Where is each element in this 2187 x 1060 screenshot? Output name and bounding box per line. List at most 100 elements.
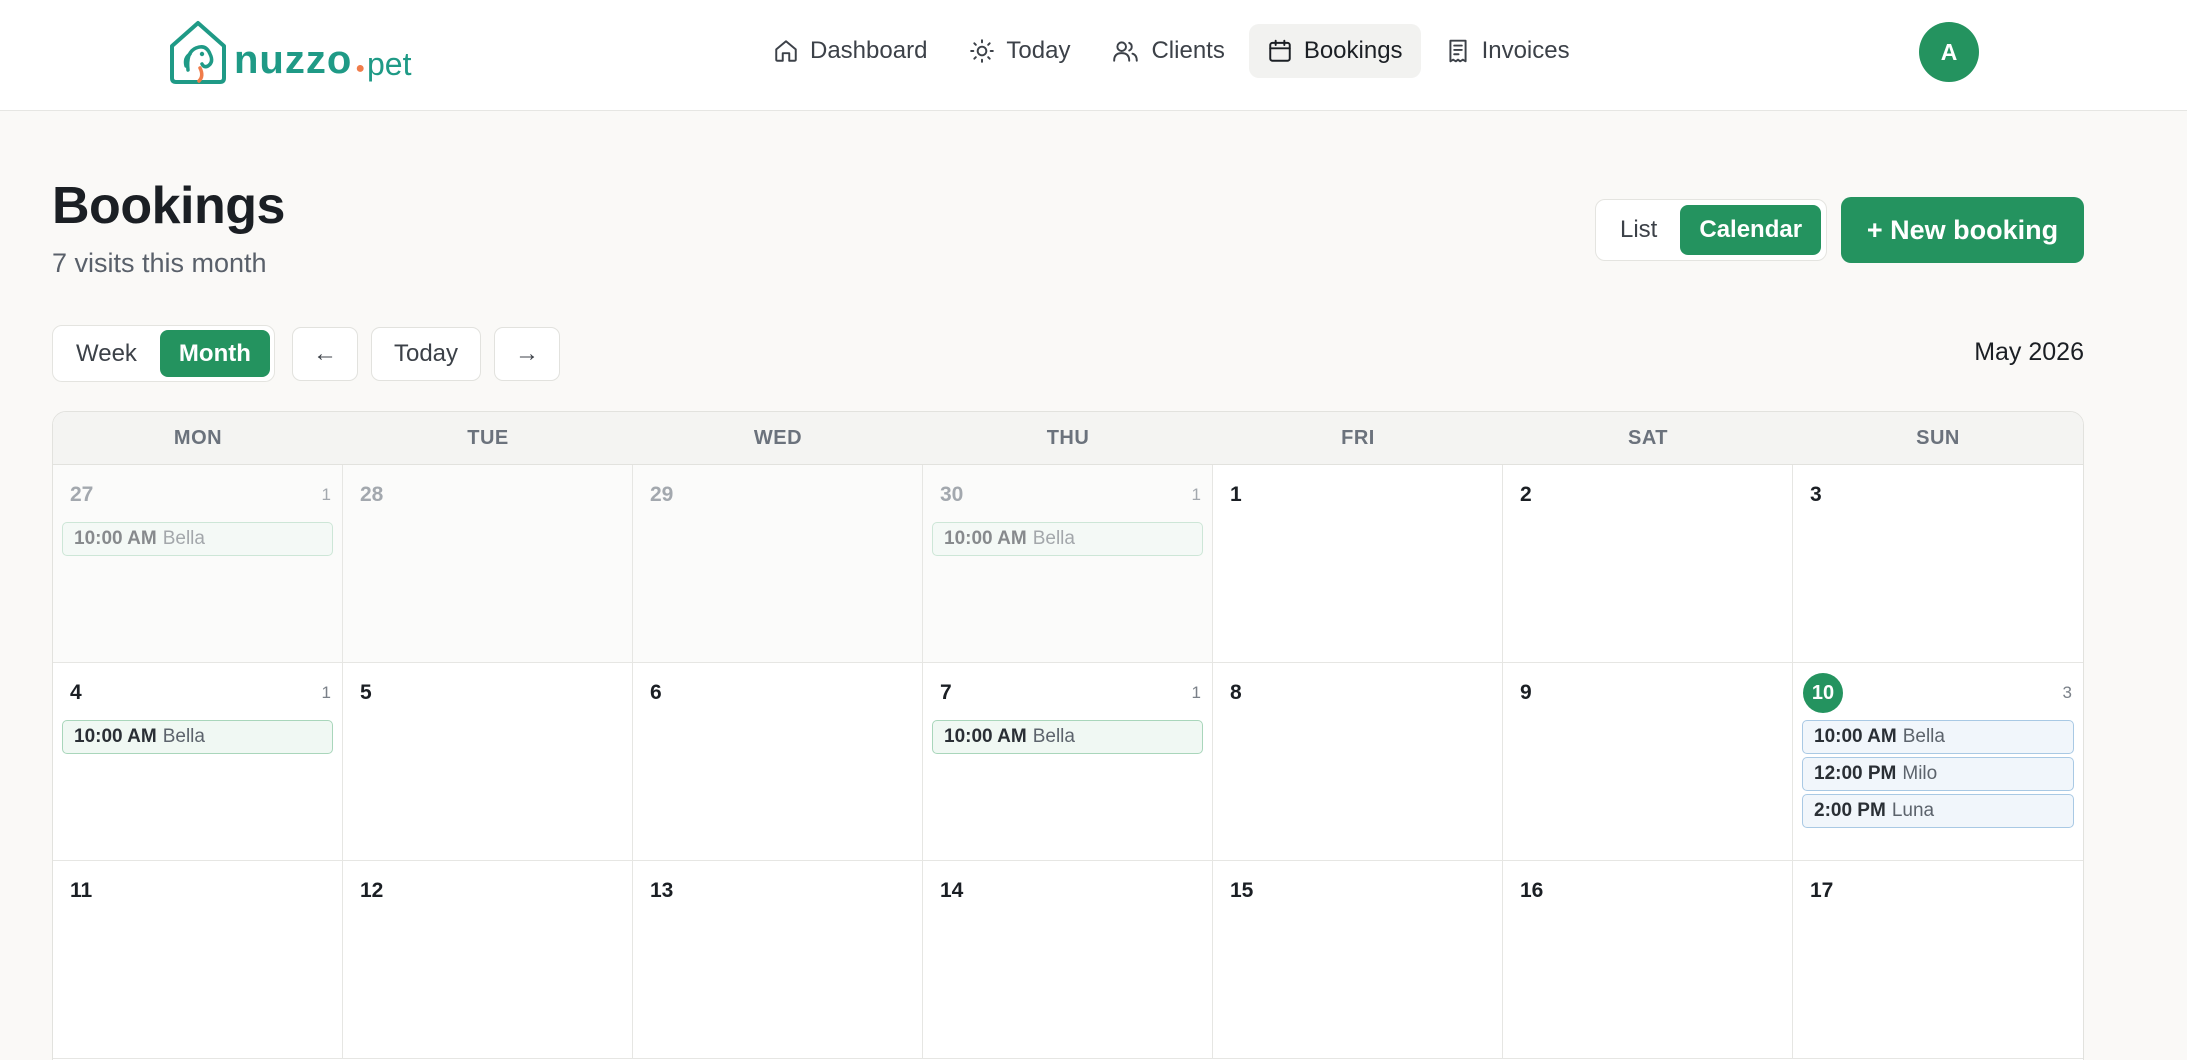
booking-pet-name: Bella xyxy=(1032,528,1075,549)
calendar-day-cell[interactable]: 13 xyxy=(633,861,923,1059)
calendar-day-cell[interactable]: 10 3 10:00 AM Bella 12:00 PM Milo 2:00 PM Luna xyxy=(1793,663,2083,861)
booking-chip[interactable]: 12:00 PM Milo xyxy=(1802,757,2074,791)
nav-item-clients[interactable]: Clients xyxy=(1094,24,1242,78)
nav-item-label: Clients xyxy=(1151,37,1225,64)
booking-chip[interactable]: 10:00 AM Bella xyxy=(62,522,333,556)
calendar-day-cell[interactable]: 28 xyxy=(343,465,633,663)
nav-item-label: Today xyxy=(1006,37,1071,64)
calendar-day-cell[interactable]: 14 xyxy=(923,861,1213,1059)
calendar-day-cell[interactable]: 12 xyxy=(343,861,633,1059)
booking-time: 10:00 AM xyxy=(944,726,1027,747)
day-number: 8 xyxy=(1230,681,1242,704)
day-number: 16 xyxy=(1520,879,1544,902)
day-booking-count: 1 xyxy=(1191,683,1201,702)
calendar-day-cell[interactable]: 2 xyxy=(1503,465,1793,663)
week-range-button[interactable]: Week xyxy=(57,330,156,377)
view-toggle: List Calendar xyxy=(1595,199,1828,261)
day-booking-count: 1 xyxy=(321,683,331,702)
today-day-number: 10 xyxy=(1803,673,1843,713)
month-calendar: MON TUE WED THU FRI SAT SUN 27 1 10:00 AM Bella 28… xyxy=(52,411,2084,1060)
nav-item-invoices[interactable]: Invoices xyxy=(1427,24,1588,78)
next-month-button[interactable]: → xyxy=(494,327,560,381)
calendar-weeks: 27 1 10:00 AM Bella 28 29 30 1 10:00 AM Bella 1 2 3 4… xyxy=(53,465,2083,1059)
calendar-day-cell[interactable]: 16 xyxy=(1503,861,1793,1059)
day-number: 30 xyxy=(940,483,964,506)
calendar-day-cell[interactable]: 8 xyxy=(1213,663,1503,861)
day-booking-count: 1 xyxy=(321,485,331,504)
day-number: 12 xyxy=(360,879,384,902)
booking-time: 10:00 AM xyxy=(944,528,1027,549)
calendar-view-button[interactable]: Calendar xyxy=(1680,205,1822,255)
calendar-day-cell[interactable]: 6 xyxy=(633,663,923,861)
day-number: 28 xyxy=(360,483,384,506)
weekday-header: THU xyxy=(1046,426,1090,449)
day-number: 27 xyxy=(70,483,94,506)
calendar-day-cell[interactable]: 30 1 10:00 AM Bella xyxy=(923,465,1213,663)
paw-icon: ● xyxy=(355,60,365,77)
day-number: 6 xyxy=(650,681,662,704)
calendar-day-cell[interactable]: 9 xyxy=(1503,663,1793,861)
day-number: 1 xyxy=(1230,483,1242,506)
weekday-header: MON xyxy=(173,426,223,449)
calendar-day-cell[interactable]: 7 1 10:00 AM Bella xyxy=(923,663,1213,861)
day-booking-count: 3 xyxy=(2062,683,2072,702)
day-events: 10:00 AM Bella 12:00 PM Milo 2:00 PM Luna xyxy=(1802,720,2074,828)
brand-logo[interactable]: nuzzo ● pet xyxy=(166,18,411,86)
weekday-header-row: MON TUE WED THU FRI SAT SUN xyxy=(53,412,2083,465)
day-number: 9 xyxy=(1520,681,1532,704)
calendar-icon xyxy=(1269,39,1291,62)
nav-item-label: Invoices xyxy=(1481,37,1570,64)
day-events: 10:00 AM Bella xyxy=(62,720,333,754)
booking-time: 10:00 AM xyxy=(74,726,157,747)
today-button[interactable]: Today xyxy=(371,327,481,381)
day-events: 10:00 AM Bella xyxy=(932,522,1203,556)
booking-chip[interactable]: 10:00 AM Bella xyxy=(932,720,1203,754)
nav-item-label: Bookings xyxy=(1303,37,1403,64)
weekday-header: WED xyxy=(753,426,803,449)
day-events: 10:00 AM Bella xyxy=(62,522,333,556)
booking-chip[interactable]: 2:00 PM Luna xyxy=(1802,794,2074,828)
booking-time: 2:00 PM xyxy=(1814,800,1886,821)
calendar-day-cell[interactable]: 1 xyxy=(1213,465,1503,663)
booking-chip[interactable]: 10:00 AM Bella xyxy=(1802,720,2074,754)
booking-pet-name: Bella xyxy=(162,726,205,747)
month-range-button[interactable]: Month xyxy=(159,330,270,377)
receipt-icon xyxy=(1449,39,1467,63)
calendar-day-cell[interactable]: 4 1 10:00 AM Bella xyxy=(53,663,343,861)
list-view-button[interactable]: List xyxy=(1601,205,1676,255)
nav-item-bookings[interactable]: Bookings xyxy=(1248,24,1421,78)
booking-pet-name: Bella xyxy=(1032,726,1075,747)
calendar-day-cell[interactable]: 17 xyxy=(1793,861,2083,1059)
booking-pet-name: Bella xyxy=(162,528,205,549)
day-number: 2 xyxy=(1520,483,1532,506)
calendar-day-cell[interactable]: 29 xyxy=(633,465,923,663)
new-booking-button[interactable]: + New booking xyxy=(1841,197,2084,263)
calendar-day-cell[interactable]: 15 xyxy=(1213,861,1503,1059)
calendar-day-cell[interactable]: 3 xyxy=(1793,465,2083,663)
calendar-day-cell[interactable]: 11 xyxy=(53,861,343,1059)
previous-month-button[interactable]: ← xyxy=(292,327,358,381)
day-number: 13 xyxy=(650,879,674,902)
calendar-day-cell[interactable]: 27 1 10:00 AM Bella xyxy=(53,465,343,663)
sun-icon xyxy=(970,39,995,63)
booking-pet-name: Bella xyxy=(1902,726,1945,747)
brand-wordmark: nuzzo xyxy=(234,38,353,82)
day-booking-count: 1 xyxy=(1191,485,1201,504)
weekday-header: FRI xyxy=(1341,426,1375,449)
calendar-day-cell[interactable]: 5 xyxy=(343,663,633,861)
weekday-header: TUE xyxy=(467,426,509,449)
main-nav: Dashboard Today Clients Bookings Invoice… xyxy=(755,24,1588,78)
day-number: 11 xyxy=(70,879,93,902)
nav-item-today[interactable]: Today xyxy=(951,24,1088,78)
booking-time: 12:00 PM xyxy=(1814,763,1897,784)
booking-chip[interactable]: 10:00 AM Bella xyxy=(932,522,1203,556)
user-avatar[interactable]: A xyxy=(1919,22,1979,82)
nav-item-label: Dashboard xyxy=(810,37,928,64)
current-month-label: May 2026 xyxy=(1974,338,2084,366)
weekday-header: SUN xyxy=(1916,426,1960,449)
day-number: 29 xyxy=(650,483,674,506)
booking-chip[interactable]: 10:00 AM Bella xyxy=(62,720,333,754)
day-number: 5 xyxy=(360,681,372,704)
nav-item-dashboard[interactable]: Dashboard xyxy=(755,24,945,78)
booking-pet-name: Luna xyxy=(1891,800,1935,821)
